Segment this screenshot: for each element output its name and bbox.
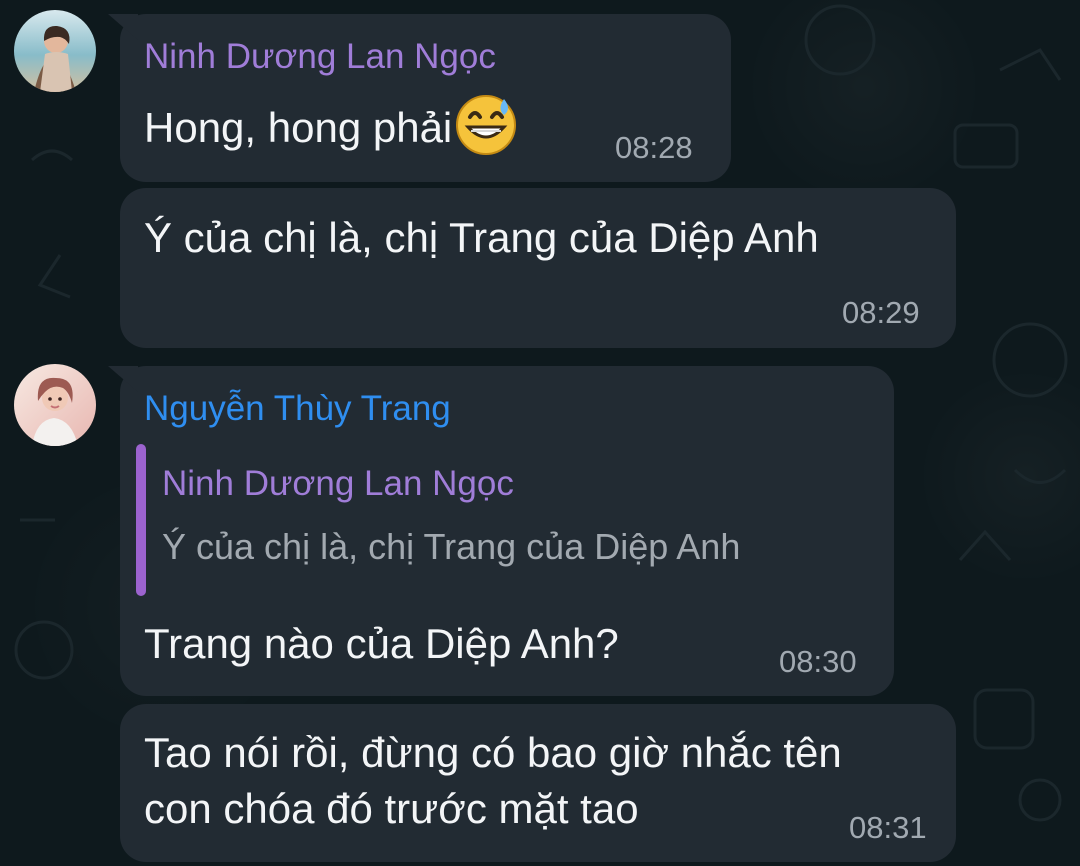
message-time: 08:28 <box>615 130 693 165</box>
avatar-ninh-duong-lan-ngoc[interactable] <box>14 10 96 92</box>
reply-accent-bar <box>136 444 146 596</box>
message-time: 08:30 <box>779 644 857 679</box>
reply-preview[interactable]: Ninh Dương Lan Ngọc Ý của chị là, chị Tr… <box>136 444 876 596</box>
message-time: 08:31 <box>849 810 927 845</box>
message-bubble[interactable]: Ý của chị là, chị Trang của Diệp Anh 08:… <box>120 188 956 348</box>
reply-text: Ý của chị là, chị Trang của Diệp Anh <box>162 526 741 567</box>
message-sender-name[interactable]: Nguyễn Thùy Trang <box>144 389 451 429</box>
message-time: 08:29 <box>842 295 920 330</box>
reply-sender-name: Ninh Dương Lan Ngọc <box>162 464 514 503</box>
message-text: Ý của chị là, chị Trang của Diệp Anh <box>144 214 819 261</box>
message-text: Trang nào của Diệp Anh? <box>144 620 619 667</box>
message-text: Hong, hong phải <box>144 95 518 163</box>
message-sender-name[interactable]: Ninh Dương Lan Ngọc <box>144 37 496 77</box>
message-bubble[interactable]: Ninh Dương Lan Ngọc Hong, hong phải 08:2… <box>120 14 731 182</box>
avatar-nguyen-thuy-trang[interactable] <box>14 364 96 446</box>
grinning-sweat-emoji-icon <box>454 93 518 157</box>
message-bubble[interactable]: Tao nói rồi, đừng có bao giờ nhắc tên co… <box>120 704 956 862</box>
message-text-line-1: Tao nói rồi, đừng có bao giờ nhắc tên <box>144 729 842 776</box>
message-text-line-2: con chóa đó trước mặt tao <box>144 785 639 832</box>
message-text-content: Hong, hong phải <box>144 104 453 152</box>
message-bubble[interactable]: Nguyễn Thùy Trang Ninh Dương Lan Ngọc Ý … <box>120 366 894 696</box>
